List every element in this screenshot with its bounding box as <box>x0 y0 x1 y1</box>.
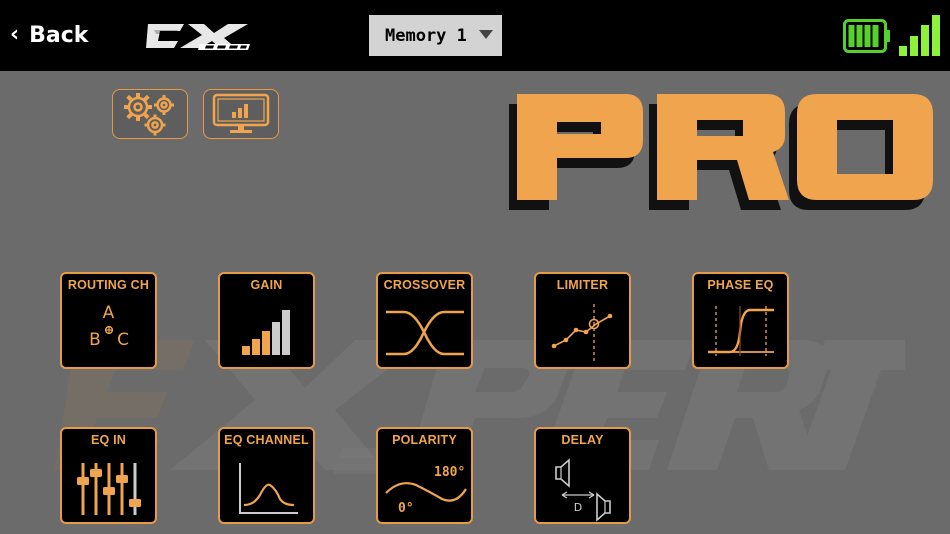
delay-speakers-icon: D <box>555 458 611 522</box>
routing-b: B <box>89 330 101 350</box>
eq-channel-icon <box>239 463 298 514</box>
tile-title: POLARITY <box>392 433 457 447</box>
tile-routing-ch[interactable]: ROUTING CH A B C <box>60 272 157 369</box>
routing-icon: A B C <box>89 303 129 350</box>
memory-dropdown[interactable]: Memory 1 <box>369 15 502 56</box>
polarity-180: 180° <box>434 465 465 480</box>
polarity-0: 0° <box>398 501 414 516</box>
chevron-left-icon: ‹ <box>10 22 20 47</box>
memory-selected-value: Memory 1 <box>385 25 467 46</box>
battery-icon <box>843 19 890 53</box>
settings-button[interactable] <box>112 89 188 139</box>
phase-eq-icon <box>708 306 774 356</box>
signal-strength-icon <box>899 15 940 56</box>
tile-limiter[interactable]: LIMITER <box>534 272 631 369</box>
tile-eq-channel[interactable]: EQ CHANNEL <box>218 427 315 524</box>
tile-title: ROUTING CH <box>67 278 150 292</box>
tile-title: DELAY <box>561 433 604 447</box>
tile-title: LIMITER <box>556 278 609 292</box>
back-label: Back <box>29 22 89 48</box>
monitor-chart-icon <box>212 93 270 133</box>
top-bar: ‹ Back Memory 1 <box>0 0 950 71</box>
tile-phase-eq[interactable]: PHASE EQ <box>692 272 789 369</box>
polarity-icon: 180° 0° <box>385 465 467 516</box>
back-button[interactable]: ‹ Back <box>10 20 88 50</box>
limiter-icon <box>551 304 613 362</box>
tile-eq-in[interactable]: EQ IN <box>60 427 157 524</box>
monitor-button[interactable] <box>203 89 279 139</box>
gears-icon <box>124 93 174 136</box>
routing-a: A <box>103 303 115 323</box>
tile-crossover[interactable]: CROSSOVER <box>376 272 473 369</box>
tile-title: EQ IN <box>90 433 127 447</box>
cx-pro-logo <box>146 24 250 50</box>
tile-delay[interactable]: DELAY D <box>534 427 631 524</box>
tile-title: EQ CHANNEL <box>224 433 309 447</box>
tile-title: CROSSOVER <box>383 278 466 292</box>
tile-gain[interactable]: GAIN <box>218 272 315 369</box>
caret-down-icon <box>479 30 493 39</box>
tile-title: PHASE EQ <box>707 278 774 292</box>
tile-title: GAIN <box>250 278 283 292</box>
delay-d-label: D <box>574 501 582 514</box>
tile-polarity[interactable]: POLARITY 180° 0° <box>376 427 473 524</box>
gain-bars-icon <box>242 310 290 355</box>
pro-logo <box>509 94 933 210</box>
crossover-icon <box>386 310 464 356</box>
eq-sliders-icon <box>77 463 141 515</box>
routing-c: C <box>117 330 129 350</box>
